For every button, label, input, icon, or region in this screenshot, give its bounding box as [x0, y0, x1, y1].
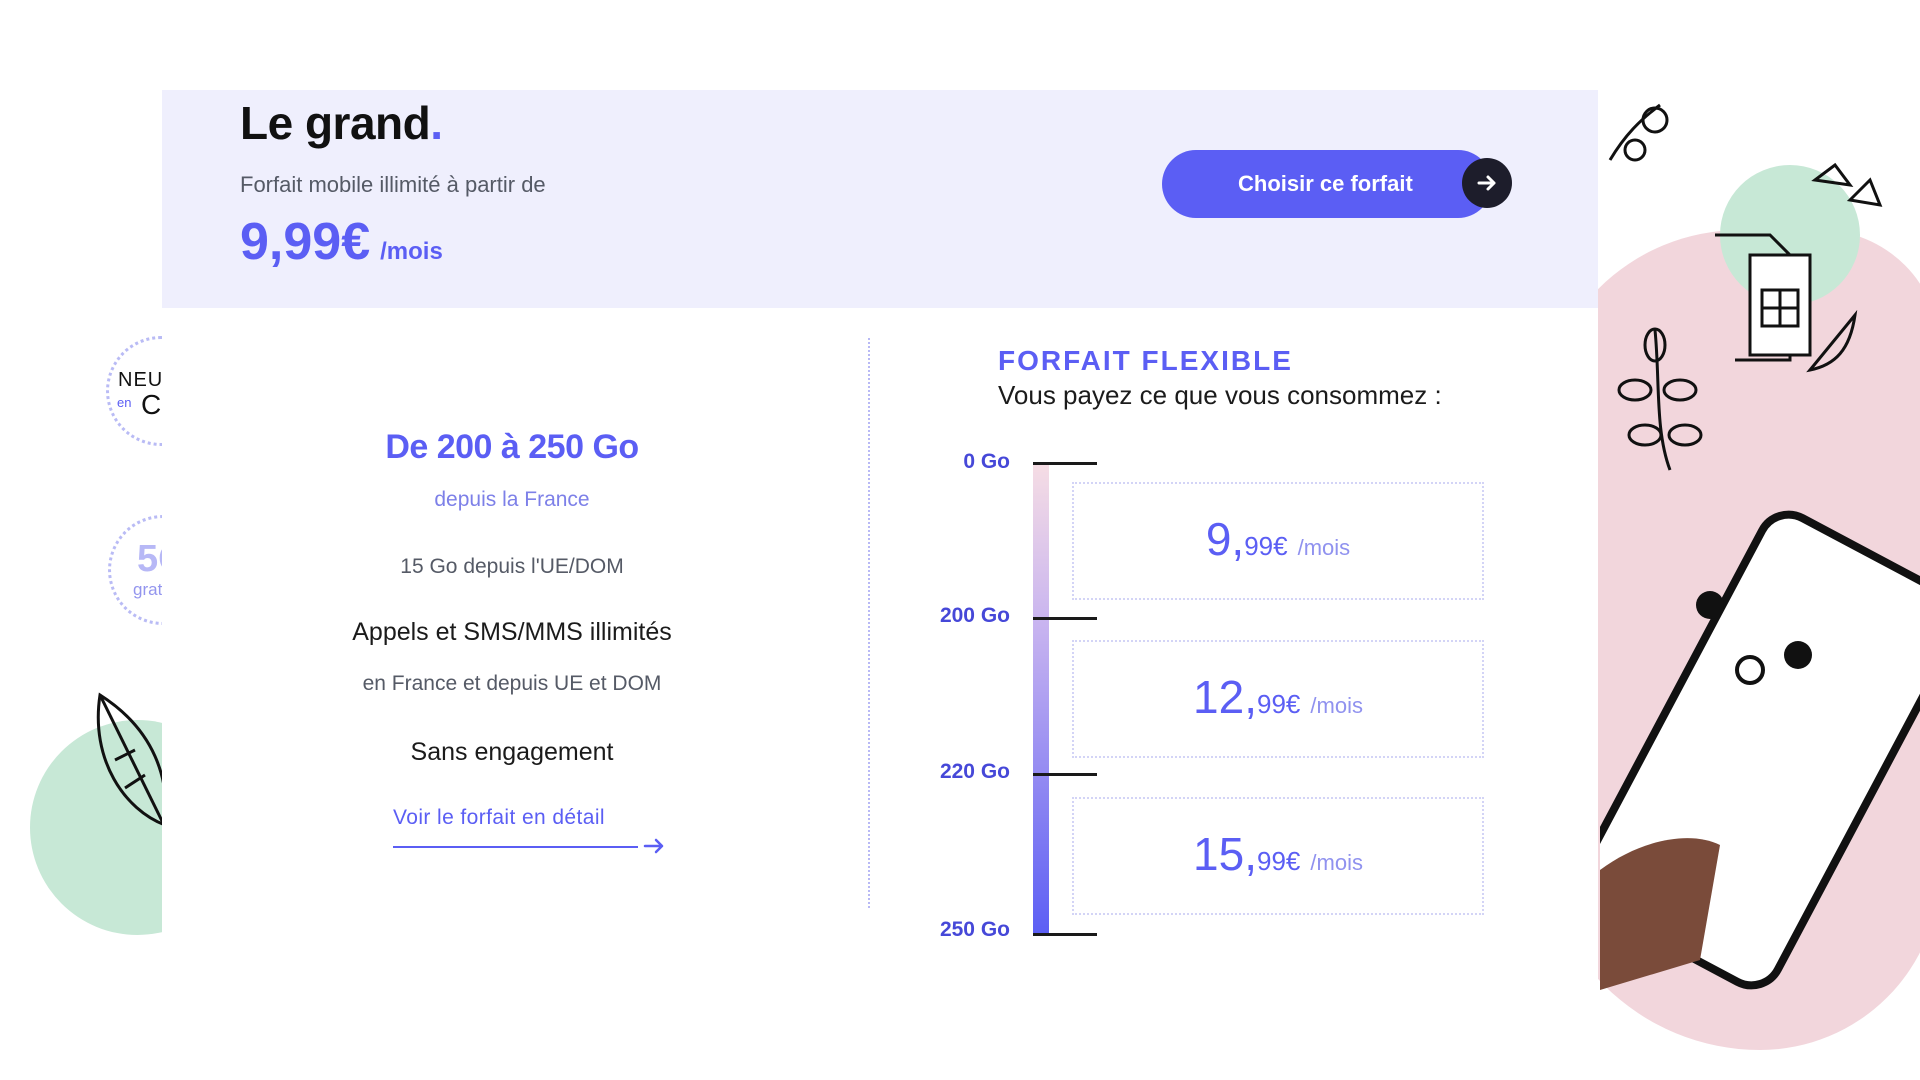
plan-details: De 200 à 250 Go depuis la France 15 Go d… — [162, 308, 862, 995]
choose-plan-button[interactable]: Choisir ce forfait — [1162, 150, 1492, 218]
scale-tick — [1033, 933, 1097, 936]
plan-card: Le grand. Forfait mobile illimité à part… — [162, 90, 1598, 995]
no-commitment: Sans engagement — [410, 738, 614, 766]
arrow-right-icon[interactable] — [1462, 158, 1512, 208]
tier-euros: 9, — [1205, 513, 1245, 565]
branch-illustration — [1617, 327, 1703, 471]
tier-euros: 15, — [1193, 828, 1257, 880]
calls-sms: Appels et SMS/MMS illimités — [352, 618, 672, 646]
plan-price: 9,99€ /mois — [240, 212, 443, 272]
plan-header: Le grand. Forfait mobile illimité à part… — [162, 90, 1598, 308]
calls-sms-scope: en France et depuis UE et DOM — [362, 672, 662, 695]
column-divider — [868, 338, 870, 908]
price-tier-3: 15, 99€ /mois — [1072, 797, 1484, 915]
price-tier-1: 9, 99€ /mois — [1072, 482, 1484, 600]
plan-title-dot: . — [430, 97, 443, 149]
usage-scale-bar — [1033, 463, 1049, 936]
scale-label-200: 200 Go — [939, 604, 1010, 627]
plan-price-unit: /mois — [380, 238, 443, 265]
tier-unit: /mois — [1297, 535, 1351, 560]
detail-link-underline — [393, 846, 638, 848]
plan-price-value: 9,99€ — [240, 213, 371, 271]
tier-cents: 99€ — [1257, 689, 1301, 719]
scale-label-0: 0 Go — [963, 450, 1010, 473]
plan-title-text: Le grand — [240, 97, 431, 149]
co2-badge-en: en — [117, 395, 132, 410]
scale-tick — [1033, 773, 1097, 776]
plan-subtitle: Forfait mobile illimité à partir de — [240, 172, 546, 197]
scale-label-250: 250 Go — [939, 918, 1010, 941]
tier-unit: /mois — [1310, 850, 1363, 875]
flexible-plan-subtitle: Vous payez ce que vous consommez : — [998, 380, 1442, 410]
scale-tick — [1033, 617, 1097, 620]
tier-euros: 12, — [1193, 671, 1257, 723]
scale-label-220: 220 Go — [939, 760, 1010, 783]
smiling-phone-illustration — [1600, 510, 1920, 990]
eu-data: 15 Go depuis l'UE/DOM — [400, 555, 624, 578]
flower-illustration — [1608, 103, 1669, 162]
plan-title: Le grand. — [240, 96, 443, 150]
flexible-plan-title: FORFAIT FLEXIBLE — [998, 345, 1293, 376]
price-tier-2: 12, 99€ /mois — [1072, 640, 1484, 758]
data-range: De 200 à 250 Go — [385, 428, 639, 466]
scale-tick — [1033, 462, 1097, 465]
tier-cents: 99€ — [1244, 531, 1288, 561]
tier-cents: 99€ — [1257, 846, 1301, 876]
tier-unit: /mois — [1310, 693, 1363, 718]
arrow-right-icon[interactable] — [642, 834, 666, 858]
sim-card-illustration — [1715, 162, 1883, 373]
plan-detail-link[interactable]: Voir le forfait en détail — [393, 806, 605, 830]
data-origin: depuis la France — [434, 488, 590, 511]
